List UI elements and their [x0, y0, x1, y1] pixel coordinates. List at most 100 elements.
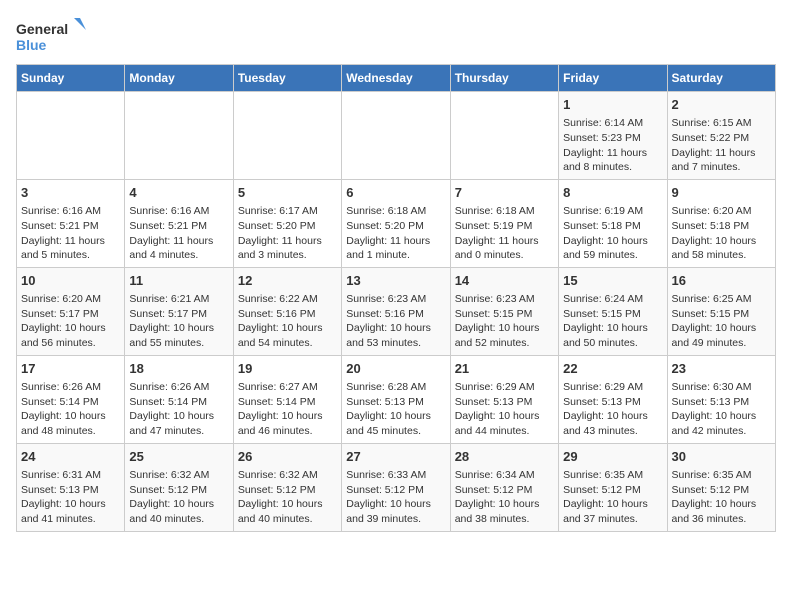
- day-number: 12: [238, 272, 337, 290]
- day-info: Sunset: 5:20 PM: [346, 219, 445, 234]
- day-info: Daylight: 10 hours and 38 minutes.: [455, 497, 554, 526]
- day-number: 2: [672, 96, 771, 114]
- day-info: Sunrise: 6:15 AM: [672, 116, 771, 131]
- weekday-header-saturday: Saturday: [667, 65, 775, 92]
- day-info: Sunrise: 6:26 AM: [21, 380, 120, 395]
- calendar-cell: 26Sunrise: 6:32 AMSunset: 5:12 PMDayligh…: [233, 443, 341, 531]
- calendar-cell: 6Sunrise: 6:18 AMSunset: 5:20 PMDaylight…: [342, 179, 450, 267]
- calendar-cell: [233, 92, 341, 180]
- day-info: Sunset: 5:22 PM: [672, 131, 771, 146]
- day-info: Daylight: 11 hours and 5 minutes.: [21, 234, 120, 263]
- day-info: Daylight: 10 hours and 37 minutes.: [563, 497, 662, 526]
- day-number: 23: [672, 360, 771, 378]
- day-info: Daylight: 10 hours and 52 minutes.: [455, 321, 554, 350]
- day-info: Sunset: 5:14 PM: [21, 395, 120, 410]
- day-info: Sunrise: 6:22 AM: [238, 292, 337, 307]
- svg-text:General: General: [16, 21, 68, 37]
- calendar-cell: [125, 92, 233, 180]
- day-info: Daylight: 10 hours and 49 minutes.: [672, 321, 771, 350]
- day-number: 22: [563, 360, 662, 378]
- week-row-2: 3Sunrise: 6:16 AMSunset: 5:21 PMDaylight…: [17, 179, 776, 267]
- day-info: Sunset: 5:14 PM: [129, 395, 228, 410]
- day-number: 18: [129, 360, 228, 378]
- day-info: Daylight: 11 hours and 4 minutes.: [129, 234, 228, 263]
- day-info: Sunset: 5:18 PM: [672, 219, 771, 234]
- day-number: 5: [238, 184, 337, 202]
- calendar-cell: 18Sunrise: 6:26 AMSunset: 5:14 PMDayligh…: [125, 355, 233, 443]
- day-info: Sunset: 5:12 PM: [238, 483, 337, 498]
- day-info: Sunrise: 6:18 AM: [455, 204, 554, 219]
- calendar-cell: 30Sunrise: 6:35 AMSunset: 5:12 PMDayligh…: [667, 443, 775, 531]
- day-info: Sunset: 5:16 PM: [346, 307, 445, 322]
- day-number: 9: [672, 184, 771, 202]
- day-info: Sunset: 5:13 PM: [455, 395, 554, 410]
- day-info: Sunset: 5:19 PM: [455, 219, 554, 234]
- svg-text:Blue: Blue: [16, 37, 47, 53]
- calendar-cell: 25Sunrise: 6:32 AMSunset: 5:12 PMDayligh…: [125, 443, 233, 531]
- day-info: Sunset: 5:20 PM: [238, 219, 337, 234]
- weekday-header-friday: Friday: [559, 65, 667, 92]
- day-info: Sunrise: 6:20 AM: [672, 204, 771, 219]
- day-info: Sunrise: 6:19 AM: [563, 204, 662, 219]
- day-info: Daylight: 10 hours and 55 minutes.: [129, 321, 228, 350]
- calendar-cell: 11Sunrise: 6:21 AMSunset: 5:17 PMDayligh…: [125, 267, 233, 355]
- day-info: Sunset: 5:12 PM: [129, 483, 228, 498]
- day-info: Sunrise: 6:16 AM: [129, 204, 228, 219]
- day-info: Sunset: 5:17 PM: [21, 307, 120, 322]
- day-info: Daylight: 10 hours and 59 minutes.: [563, 234, 662, 263]
- day-info: Daylight: 10 hours and 43 minutes.: [563, 409, 662, 438]
- day-info: Daylight: 10 hours and 54 minutes.: [238, 321, 337, 350]
- day-info: Sunset: 5:12 PM: [672, 483, 771, 498]
- day-info: Sunrise: 6:29 AM: [455, 380, 554, 395]
- day-number: 24: [21, 448, 120, 466]
- day-info: Sunrise: 6:20 AM: [21, 292, 120, 307]
- day-number: 28: [455, 448, 554, 466]
- day-info: Sunset: 5:23 PM: [563, 131, 662, 146]
- day-info: Sunrise: 6:24 AM: [563, 292, 662, 307]
- calendar-cell: 28Sunrise: 6:34 AMSunset: 5:12 PMDayligh…: [450, 443, 558, 531]
- day-info: Sunset: 5:15 PM: [455, 307, 554, 322]
- day-info: Sunset: 5:12 PM: [346, 483, 445, 498]
- calendar-cell: 15 Sunrise: 6:24 AMSunset: 5:15 PMDayligh…: [559, 267, 667, 355]
- day-info: Daylight: 10 hours and 41 minutes.: [21, 497, 120, 526]
- day-info: Sunrise: 6:29 AM: [563, 380, 662, 395]
- day-number: 13: [346, 272, 445, 290]
- day-info: Daylight: 10 hours and 40 minutes.: [238, 497, 337, 526]
- day-number: 25: [129, 448, 228, 466]
- day-info: Sunrise: 6:32 AM: [129, 468, 228, 483]
- day-info: Sunrise: 6:34 AM: [455, 468, 554, 483]
- calendar-cell: 3Sunrise: 6:16 AMSunset: 5:21 PMDaylight…: [17, 179, 125, 267]
- day-number: 14: [455, 272, 554, 290]
- day-number: 1: [563, 96, 662, 114]
- weekday-header-row: SundayMondayTuesdayWednesdayThursdayFrid…: [17, 65, 776, 92]
- day-info: Daylight: 11 hours and 3 minutes.: [238, 234, 337, 263]
- day-info: Sunrise: 6:31 AM: [21, 468, 120, 483]
- day-info: Sunset: 5:13 PM: [346, 395, 445, 410]
- day-number: 10: [21, 272, 120, 290]
- calendar-cell: 13Sunrise: 6:23 AMSunset: 5:16 PMDayligh…: [342, 267, 450, 355]
- day-info: Daylight: 10 hours and 48 minutes.: [21, 409, 120, 438]
- day-info: Sunset: 5:15 PM: [672, 307, 771, 322]
- logo-icon: GeneralBlue: [16, 16, 96, 56]
- day-info: Sunset: 5:15 PM: [563, 307, 662, 322]
- day-number: 21: [455, 360, 554, 378]
- day-info: Sunrise: 6:21 AM: [129, 292, 228, 307]
- calendar-cell: 20Sunrise: 6:28 AMSunset: 5:13 PMDayligh…: [342, 355, 450, 443]
- day-info: Daylight: 10 hours and 58 minutes.: [672, 234, 771, 263]
- calendar-cell: 1Sunrise: 6:14 AMSunset: 5:23 PMDaylight…: [559, 92, 667, 180]
- day-number: 17: [21, 360, 120, 378]
- day-info: Sunrise: 6:27 AM: [238, 380, 337, 395]
- day-info: Daylight: 10 hours and 42 minutes.: [672, 409, 771, 438]
- day-number: 15: [563, 272, 662, 290]
- day-number: 27: [346, 448, 445, 466]
- calendar-cell: 22Sunrise: 6:29 AMSunset: 5:13 PMDayligh…: [559, 355, 667, 443]
- day-info: Daylight: 10 hours and 50 minutes.: [563, 321, 662, 350]
- day-info: Sunrise: 6:18 AM: [346, 204, 445, 219]
- day-info: Daylight: 11 hours and 0 minutes.: [455, 234, 554, 263]
- day-number: 20: [346, 360, 445, 378]
- calendar-cell: 12Sunrise: 6:22 AMSunset: 5:16 PMDayligh…: [233, 267, 341, 355]
- day-info: Sunrise: 6:32 AM: [238, 468, 337, 483]
- calendar-cell: 10Sunrise: 6:20 AMSunset: 5:17 PMDayligh…: [17, 267, 125, 355]
- week-row-1: 1Sunrise: 6:14 AMSunset: 5:23 PMDaylight…: [17, 92, 776, 180]
- day-info: Sunrise: 6:35 AM: [563, 468, 662, 483]
